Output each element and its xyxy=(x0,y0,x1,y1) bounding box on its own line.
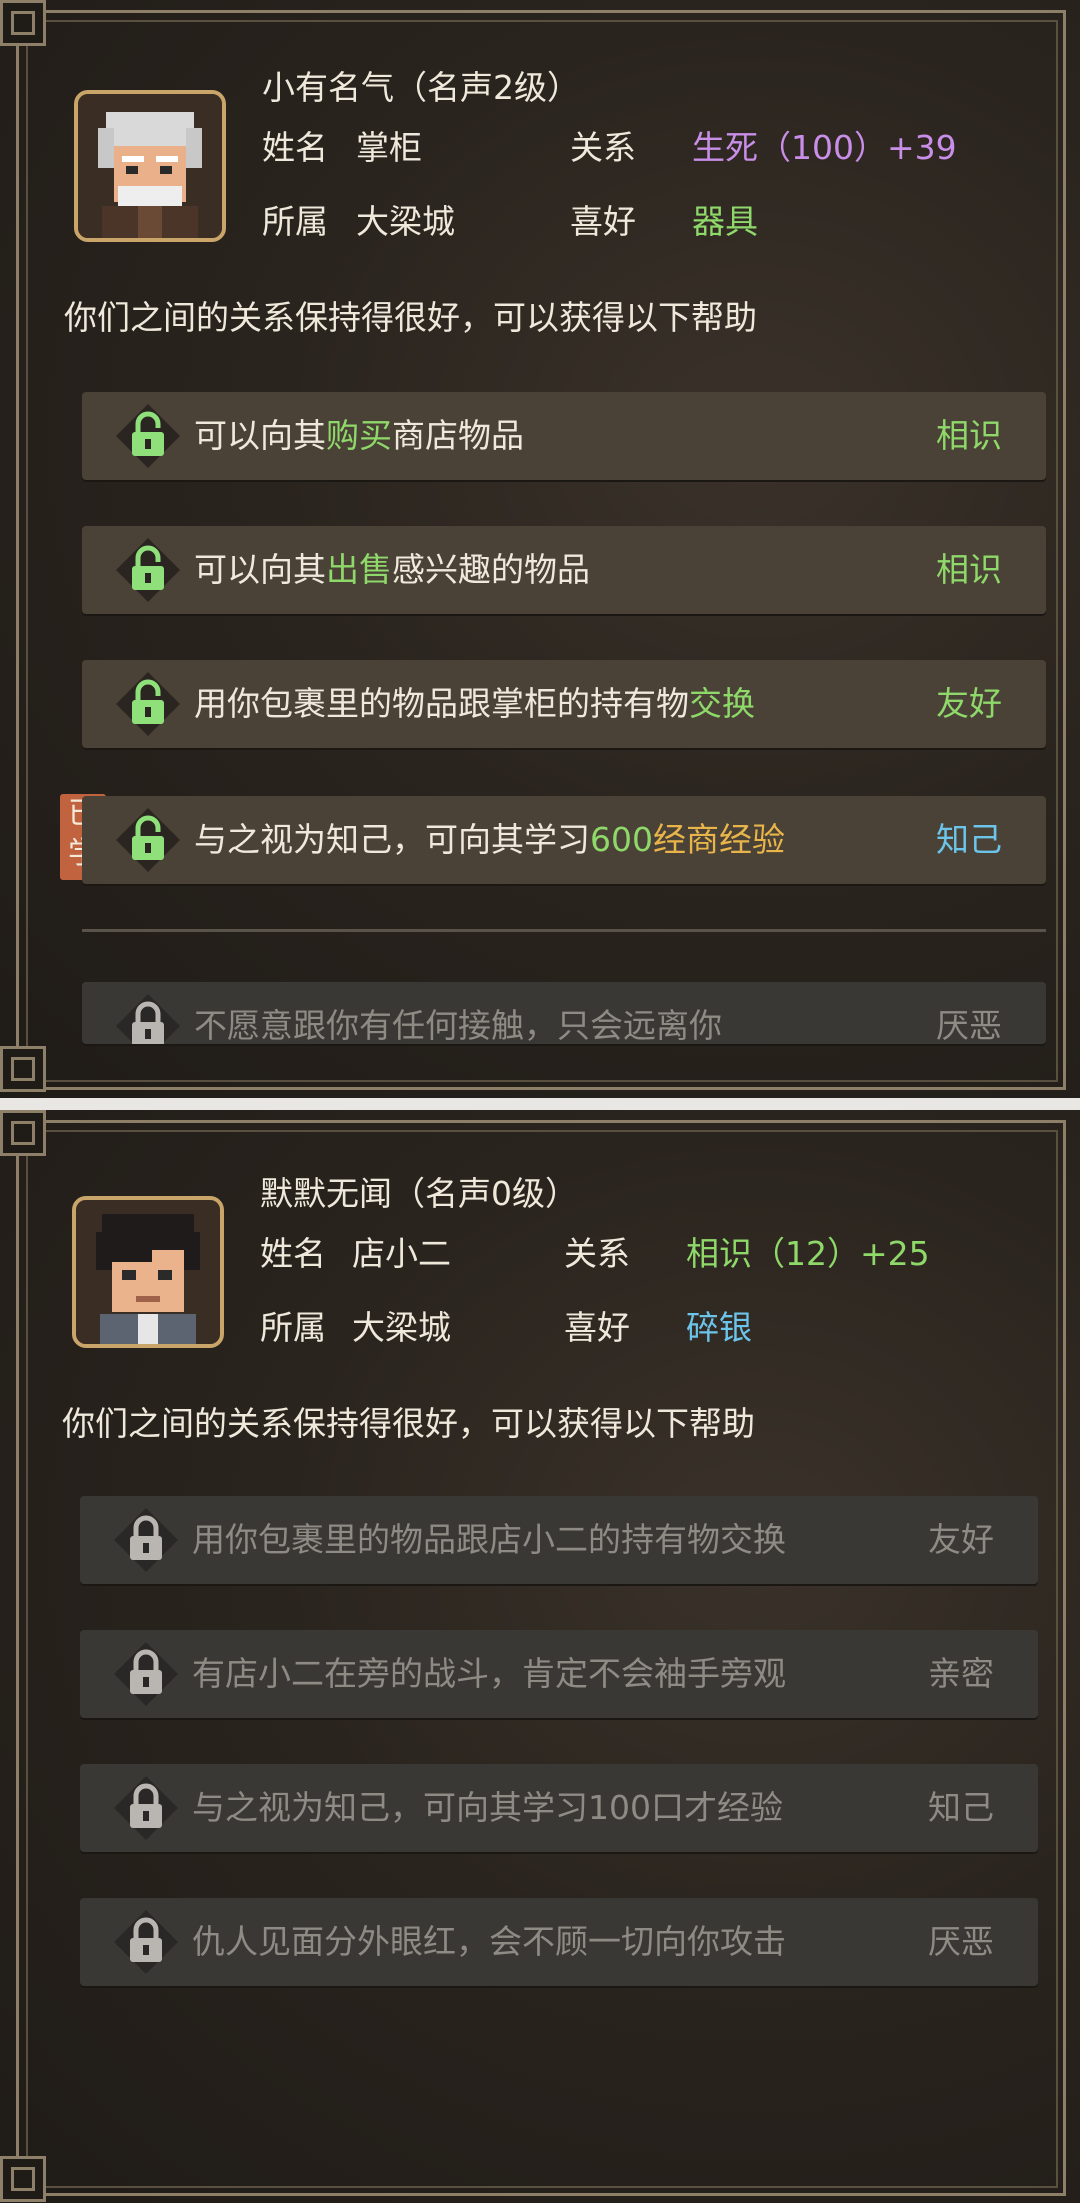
perk-text: 有店小二在旁的战斗，肯定不会袖手旁观 xyxy=(192,1654,786,1693)
perk-text: 不愿意跟你有任何接触，只会远离你 xyxy=(194,1006,722,1044)
frame-corner-ornament xyxy=(0,1110,46,1156)
perk-text: 可以向其购买商店物品 xyxy=(194,416,524,455)
likes-label: 喜好 xyxy=(570,202,636,241)
lock-icon xyxy=(114,1508,178,1572)
npc-panel-shopkeeper: 小有名气（名声2级） 姓名 掌柜 关系 生死（100）+39 所属 大梁城 喜好… xyxy=(0,0,1080,1098)
lock-icon xyxy=(116,994,180,1044)
young-man-portrait-icon xyxy=(76,1200,220,1344)
perk-level: 厌恶 xyxy=(928,1922,994,1961)
perk-row-sell[interactable]: 可以向其出售感兴趣的物品 相识 xyxy=(82,526,1046,614)
perk-level: 知己 xyxy=(936,820,1002,859)
screenshot-divider xyxy=(0,1098,1080,1110)
perk-level: 知己 xyxy=(928,1788,994,1827)
perk-level: 厌恶 xyxy=(936,1006,1002,1044)
unlock-icon xyxy=(116,538,180,602)
relation-value: 相识（12）+25 xyxy=(686,1234,930,1273)
faction-value: 大梁城 xyxy=(352,1308,451,1347)
waiter-avatar[interactable] xyxy=(72,1196,224,1348)
unlock-icon xyxy=(116,672,180,736)
shopkeeper-avatar[interactable] xyxy=(74,90,226,242)
perk-text: 与之视为知己，可向其学习600经商经验 xyxy=(194,820,785,859)
relation-intro: 你们之间的关系保持得很好，可以获得以下帮助 xyxy=(64,298,757,337)
likes-value: 器具 xyxy=(692,202,758,241)
unlock-icon xyxy=(116,404,180,468)
relation-value: 生死（100）+39 xyxy=(692,128,957,167)
perk-level: 友好 xyxy=(928,1520,994,1559)
lock-icon xyxy=(114,1910,178,1974)
perk-text: 与之视为知己，可向其学习100口才经验 xyxy=(192,1788,783,1827)
relation-label: 关系 xyxy=(564,1234,630,1273)
perk-row-trade[interactable]: 用你包裹里的物品跟店小二的持有物交换 友好 xyxy=(80,1496,1038,1584)
perk-row-hostile[interactable]: 仇人见面分外眼红，会不顾一切向你攻击 厌恶 xyxy=(80,1898,1038,1986)
likes-value: 碎银 xyxy=(686,1308,752,1347)
perk-row-confidant[interactable]: 与之视为知己，可向其学习600经商经验 知己 xyxy=(82,796,1046,884)
fame-title: 默默无闻（名声0级） xyxy=(260,1174,578,1213)
relation-label: 关系 xyxy=(570,128,636,167)
perk-level: 亲密 xyxy=(928,1654,994,1693)
frame-corner-ornament xyxy=(0,2156,46,2202)
perk-row-confidant[interactable]: 与之视为知己，可向其学习100口才经验 知己 xyxy=(80,1764,1038,1852)
perk-row-battle[interactable]: 有店小二在旁的战斗，肯定不会袖手旁观 亲密 xyxy=(80,1630,1038,1718)
faction-label: 所属 xyxy=(262,202,328,241)
perk-text: 用你包裹里的物品跟店小二的持有物交换 xyxy=(192,1520,786,1559)
section-separator xyxy=(82,929,1046,932)
perk-level: 友好 xyxy=(936,684,1002,723)
lock-icon xyxy=(114,1776,178,1840)
perk-text: 可以向其出售感兴趣的物品 xyxy=(194,550,590,589)
likes-label: 喜好 xyxy=(564,1308,630,1347)
frame-corner-ornament xyxy=(0,1046,46,1092)
npc-panel-waiter: 默默无闻（名声0级） 姓名 店小二 关系 相识（12）+25 所属 大梁城 喜好… xyxy=(0,1110,1080,2203)
perk-row-buy[interactable]: 可以向其购买商店物品 相识 xyxy=(82,392,1046,480)
perk-level: 相识 xyxy=(936,550,1002,589)
npc-name: 掌柜 xyxy=(356,128,422,167)
perk-row-trade[interactable]: 用你包裹里的物品跟掌柜的持有物交换 友好 xyxy=(82,660,1046,748)
faction-label: 所属 xyxy=(260,1308,326,1347)
perk-text: 仇人见面分外眼红，会不顾一切向你攻击 xyxy=(192,1922,786,1961)
frame-corner-ornament xyxy=(0,0,46,46)
perk-row-hostile[interactable]: 不愿意跟你有任何接触，只会远离你 厌恶 xyxy=(82,982,1046,1044)
fame-title: 小有名气（名声2级） xyxy=(262,68,580,107)
name-label: 姓名 xyxy=(262,128,328,167)
npc-name: 店小二 xyxy=(352,1234,451,1273)
unlock-icon xyxy=(116,808,180,872)
faction-value: 大梁城 xyxy=(356,202,455,241)
relation-intro: 你们之间的关系保持得很好，可以获得以下帮助 xyxy=(62,1404,755,1443)
perk-level: 相识 xyxy=(936,416,1002,455)
perk-text: 用你包裹里的物品跟掌柜的持有物交换 xyxy=(194,684,755,723)
lock-icon xyxy=(114,1642,178,1706)
old-man-portrait-icon xyxy=(78,94,222,238)
name-label: 姓名 xyxy=(260,1234,326,1273)
